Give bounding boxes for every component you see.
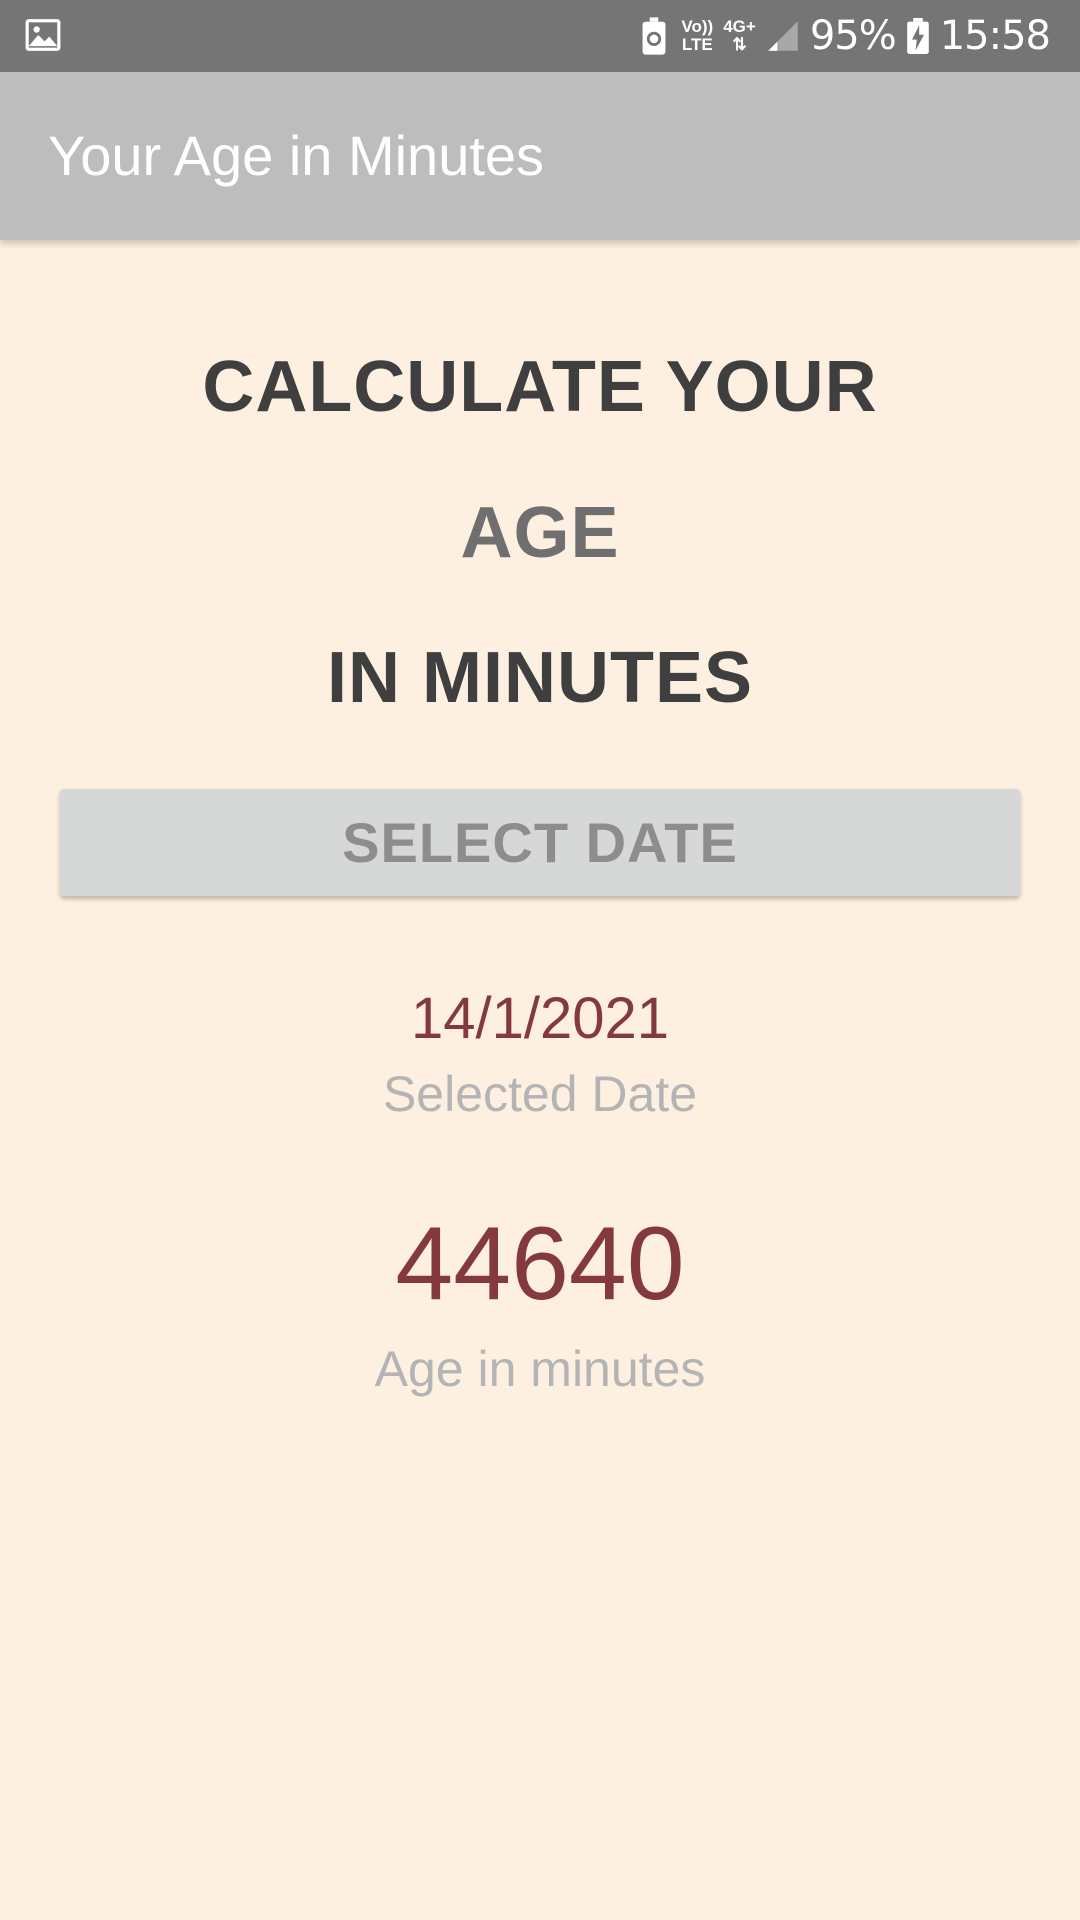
selected-date-label: Selected Date [382,1066,698,1122]
battery-percent: 95% [809,13,897,59]
heading-line-3: IN MINUTES [326,638,753,718]
app-title: Your Age in Minutes [48,124,545,187]
data-arrows-icon: ⇅ [732,35,747,54]
status-bar: Vo)) LTE 4G+ ⇅ 95% 15:58 [0,0,1080,72]
app-bar: Your Age in Minutes [0,72,1080,240]
age-in-minutes-label: Age in minutes [374,1341,706,1397]
network-label: 4G+ [723,17,756,36]
clock: 15:58 [939,13,1051,59]
status-right-group: Vo)) LTE 4G+ ⇅ 95% 15:58 [637,0,1051,72]
heading-line-2: AGE [460,493,620,573]
volte-label-bottom: LTE [681,35,713,54]
network-4g-icon: 4G+ ⇅ [723,18,756,54]
image-notification-icon [25,19,61,51]
battery-charging-icon [906,18,929,55]
volte-icon: Vo)) LTE [681,18,713,54]
heading-line-1: CALCULATE YOUR [202,347,878,427]
age-in-minutes-value: 44640 [395,1206,685,1322]
selected-date-value: 14/1/2021 [410,986,670,1051]
volte-label-top: Vo)) [681,17,714,36]
signal-icon [768,21,798,51]
select-date-button[interactable]: SELECT DATE [60,789,1020,896]
battery-saver-icon [642,17,666,55]
